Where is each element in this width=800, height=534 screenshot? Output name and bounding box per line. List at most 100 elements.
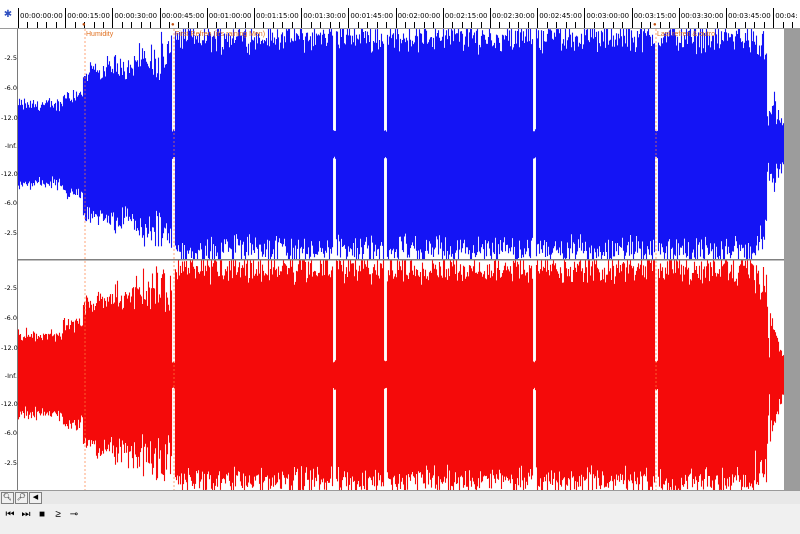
ruler-minor-tick — [263, 22, 265, 28]
ruler-minor-tick — [357, 22, 359, 28]
ruler-minor-tick — [697, 22, 699, 28]
db-label: -2.5 — [4, 54, 17, 62]
db-label: -2.5 — [4, 229, 17, 237]
waveform-view[interactable] — [18, 29, 784, 490]
zoom-out-icon[interactable]: 🔎︎ — [15, 492, 28, 504]
ruler-minor-tick — [329, 22, 331, 28]
ruler-time-label: 00:00:45:00 — [161, 12, 205, 20]
ruler-minor-tick — [593, 22, 595, 28]
db-label: -6.0 — [4, 199, 17, 207]
ruler-minor-tick — [763, 22, 765, 28]
ruler-major-tick — [206, 8, 208, 28]
db-label: -12.0 — [1, 400, 18, 408]
ruler-minor-tick — [527, 22, 529, 28]
ruler-minor-tick — [187, 22, 189, 28]
ruler-major-tick — [159, 8, 161, 28]
ruler-minor-tick — [754, 22, 756, 28]
level-meter-gutter — [784, 29, 800, 490]
ruler-minor-tick — [688, 22, 690, 28]
go-to-end-icon[interactable]: ⏭ — [19, 508, 33, 522]
ruler-minor-tick — [414, 22, 416, 28]
ruler-minor-tick — [121, 22, 123, 28]
ruler-time-label: 00:01:30:00 — [303, 12, 346, 20]
ruler-major-tick — [726, 8, 727, 28]
marker-label[interactable]: Last refren & outro — [657, 31, 715, 38]
stop-icon[interactable]: ■ — [35, 508, 49, 522]
ruler-major-tick — [348, 8, 350, 28]
ruler-minor-tick — [282, 22, 284, 28]
ruler-minor-tick — [376, 22, 378, 28]
marker-flag-icon[interactable]: ● — [653, 22, 659, 28]
ruler-time-label: 00:03:30:00 — [680, 12, 724, 20]
ruler-minor-tick — [716, 22, 718, 28]
timeline-ruler[interactable]: ✱ 00:00:00:00 00:00:15:00 00:00:30:00 00:00… — [0, 0, 800, 29]
ruler-minor-tick — [46, 22, 48, 28]
ruler-major-tick — [395, 8, 397, 28]
ruler-minor-tick — [565, 22, 567, 28]
ruler-minor-tick — [197, 22, 199, 28]
db-label: -6.0 — [4, 84, 17, 92]
zoom-in-icon[interactable]: 🔍︎ — [1, 492, 14, 504]
ruler-time-label: 00:03:45:00 — [728, 12, 771, 20]
ruler-major-tick — [584, 8, 586, 28]
ruler-major-tick — [254, 8, 255, 28]
ruler-minor-tick — [423, 22, 425, 28]
db-label: -Inf. — [4, 142, 17, 150]
ruler-minor-tick — [471, 22, 473, 28]
ruler-minor-tick — [140, 22, 142, 28]
marker-label[interactable]: Humidity — [86, 31, 113, 38]
ruler-minor-tick — [603, 22, 605, 28]
ramp-icon[interactable]: ≥ — [51, 508, 65, 522]
ruler-minor-tick — [178, 22, 180, 28]
ruler-minor-tick — [310, 22, 312, 28]
ruler-minor-tick — [272, 22, 274, 28]
fade-icon[interactable]: ⊸ — [67, 508, 81, 522]
ruler-minor-tick — [74, 22, 76, 28]
ruler-time-label: 00:01:00:00 — [208, 12, 252, 20]
ruler-minor-tick — [131, 22, 133, 28]
ruler-major-tick — [631, 8, 633, 28]
ruler-minor-tick — [659, 22, 661, 28]
db-label: -2.5 — [4, 459, 17, 467]
ruler-minor-tick — [169, 22, 171, 28]
ruler-minor-tick — [244, 22, 246, 28]
ruler-minor-tick — [405, 22, 407, 28]
ruler-major-tick — [18, 8, 19, 28]
ruler-time-label: 00:04:00:00 — [775, 12, 798, 20]
db-label: -6.0 — [4, 314, 17, 322]
ruler-minor-tick — [150, 22, 152, 28]
ruler-minor-tick — [55, 22, 57, 28]
ruler-time-label: 00:01:45:00 — [350, 12, 394, 20]
db-label: -Inf. — [4, 372, 17, 380]
db-scale: -2.5 -6.0 -12.0 -Inf. -12.0 -6.0 -2.5 -2.5 -6.0 -… — [0, 29, 18, 490]
ruler-major-tick — [490, 8, 491, 28]
ruler-minor-tick — [735, 22, 737, 28]
db-label: -6.0 — [4, 429, 17, 437]
transport-toolbar: ⏮ ⏭ ■ ≥ ⊸ — [0, 504, 800, 534]
ruler-minor-tick — [461, 22, 463, 28]
marker-flag-icon[interactable]: ● — [82, 22, 88, 28]
ruler-minor-tick — [36, 22, 38, 28]
marker-flag-icon[interactable]: ● — [171, 22, 177, 28]
horizontal-scrollbar[interactable]: 🔍︎ 🔎︎ ◀ — [0, 490, 800, 504]
marker-label[interactable]: First Refren (it's raining Men) — [175, 31, 265, 38]
go-to-start-icon[interactable]: ⏮ — [3, 508, 17, 522]
ruler-minor-tick — [792, 22, 794, 28]
ruler-minor-tick — [291, 22, 293, 28]
ruler-minor-tick — [320, 22, 322, 28]
ruler-time-label: 00:02:45:00 — [539, 12, 582, 20]
ruler-minor-tick — [386, 22, 388, 28]
pointer-icon[interactable]: ✱ — [2, 9, 14, 21]
ruler-time-label: 00:02:30:00 — [492, 12, 535, 20]
ruler-time-label: 00:03:15:00 — [633, 12, 677, 20]
ruler-major-tick — [442, 8, 444, 28]
ruler-minor-tick — [782, 22, 784, 28]
ruler-time-label: 00:02:15:00 — [444, 12, 488, 20]
ruler-major-tick — [65, 8, 67, 28]
ruler-major-tick — [112, 8, 114, 28]
ruler-minor-tick — [641, 22, 643, 28]
ruler-minor-tick — [225, 22, 227, 28]
scroll-left-icon[interactable]: ◀ — [29, 492, 42, 504]
ruler-minor-tick — [574, 22, 576, 28]
ruler-major-tick — [678, 8, 680, 28]
